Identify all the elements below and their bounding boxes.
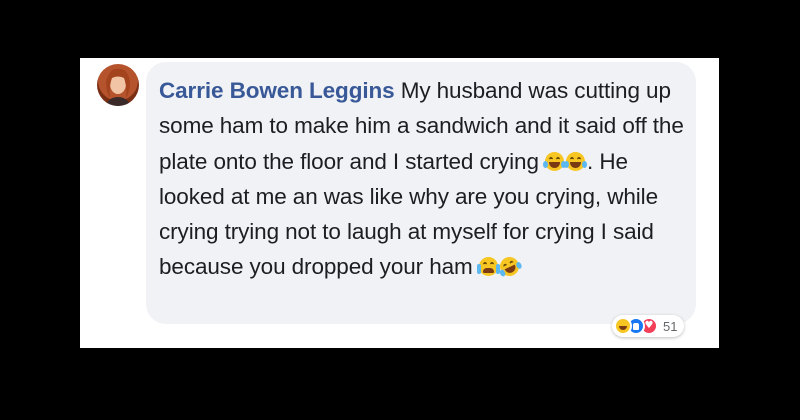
comment-body: Carrie Bowen Leggins My husband was cutt… bbox=[159, 73, 691, 285]
laughing-tears-emoji bbox=[543, 151, 567, 171]
avatar[interactable] bbox=[97, 64, 139, 106]
reactions-summary[interactable]: 51 bbox=[612, 315, 685, 337]
reaction-count: 51 bbox=[663, 318, 678, 334]
comment-card: Carrie Bowen Leggins My husband was cutt… bbox=[80, 58, 719, 348]
haha-reaction-icon bbox=[614, 317, 632, 335]
comment-bubble: Carrie Bowen Leggins My husband was cutt… bbox=[146, 62, 696, 324]
laughing-tears-emoji bbox=[564, 151, 588, 171]
comment-author-name[interactable]: Carrie Bowen Leggins bbox=[159, 78, 395, 103]
profile-photo bbox=[105, 68, 131, 106]
loudly-crying-emoji bbox=[476, 257, 500, 277]
rolling-laughing-emoji bbox=[496, 254, 523, 280]
